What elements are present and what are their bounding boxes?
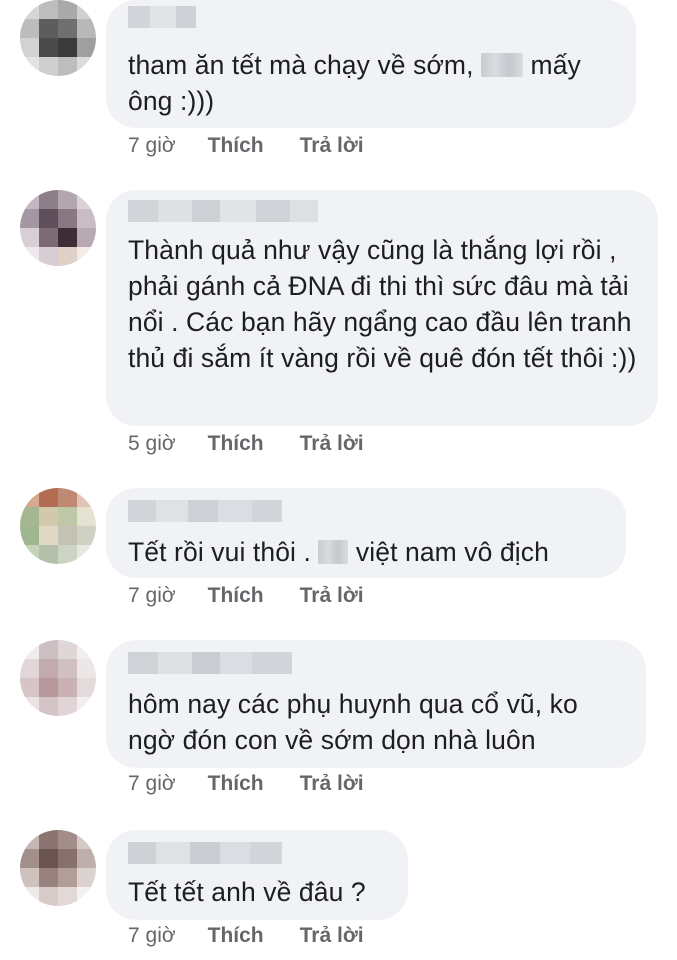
comment-text: hôm nay các phụ huynh qua cổ vũ, ko ngờ …: [128, 689, 578, 755]
comment-meta: 7 giờ Thích Trả lời: [128, 134, 364, 158]
comment-bubble: Thành quả như vậy cũng là thắng lợi rồi …: [106, 190, 658, 426]
comment-text: Tết rồi vui thôi . việt nam vô địch: [128, 537, 549, 567]
comment-bubble: Tết tết anh về đâu ?: [106, 830, 408, 920]
comment-meta: 7 giờ Thích Trả lời: [128, 584, 364, 608]
avatar[interactable]: [20, 190, 96, 266]
avatar[interactable]: [20, 0, 96, 76]
like-link[interactable]: Thích: [208, 772, 264, 796]
comment-time[interactable]: 7 giờ: [128, 584, 176, 608]
like-link[interactable]: Thích: [208, 924, 264, 948]
avatar[interactable]: [20, 830, 96, 906]
comment-time[interactable]: 7 giờ: [128, 772, 176, 796]
blurred-author-name: [128, 842, 282, 864]
like-link[interactable]: Thích: [208, 584, 264, 608]
comment-meta: 7 giờ Thích Trả lời: [128, 924, 364, 948]
comment-meta: 7 giờ Thích Trả lời: [128, 772, 364, 796]
comment-bubble: Tết rồi vui thôi . việt nam vô địch: [106, 488, 626, 578]
avatar[interactable]: [20, 488, 96, 564]
comment-time[interactable]: 7 giờ: [128, 134, 176, 158]
comment-time[interactable]: 7 giờ: [128, 924, 176, 948]
comment-meta: 5 giờ Thích Trả lời: [128, 432, 364, 456]
reply-link[interactable]: Trả lời: [300, 584, 364, 608]
blurred-word: [318, 540, 349, 564]
reply-link[interactable]: Trả lời: [300, 772, 364, 796]
comment-time[interactable]: 5 giờ: [128, 432, 176, 456]
comment-text: Thành quả như vậy cũng là thắng lợi rồi …: [128, 235, 637, 373]
reply-link[interactable]: Trả lời: [300, 134, 364, 158]
like-link[interactable]: Thích: [208, 134, 264, 158]
blurred-author-name: [128, 652, 292, 674]
blurred-author-name: [128, 6, 196, 28]
reply-link[interactable]: Trả lời: [300, 432, 364, 456]
blurred-word: [481, 53, 524, 77]
comment-text: Tết tết anh về đâu ?: [128, 877, 366, 907]
comment-bubble: hôm nay các phụ huynh qua cổ vũ, ko ngờ …: [106, 640, 646, 768]
like-link[interactable]: Thích: [208, 432, 264, 456]
reply-link[interactable]: Trả lời: [300, 924, 364, 948]
comment-text: tham ăn tết mà chạy về sớm, mấy ông :))): [128, 50, 581, 116]
blurred-author-name: [128, 200, 318, 222]
avatar[interactable]: [20, 640, 96, 716]
comment-bubble: tham ăn tết mà chạy về sớm, mấy ông :))): [106, 0, 636, 128]
blurred-author-name: [128, 500, 282, 522]
